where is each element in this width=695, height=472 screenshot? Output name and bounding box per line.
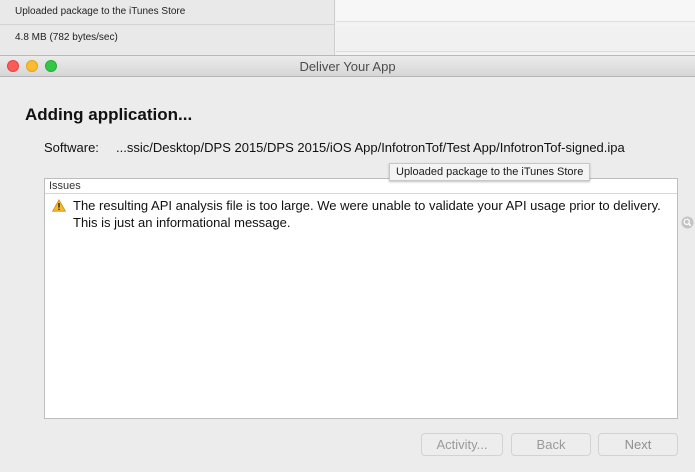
background-upload-panel: Uploaded package to the iTunes Store 4.8… <box>0 0 335 56</box>
issue-message: The resulting API analysis file is too l… <box>73 198 661 230</box>
activity-button[interactable]: Activity... <box>421 433 503 456</box>
background-window-toolbar <box>336 0 695 22</box>
background-window-row <box>336 26 695 52</box>
title-bar[interactable]: Deliver Your App <box>0 56 695 77</box>
deliver-app-window: Deliver Your App Adding application... S… <box>0 55 695 472</box>
window-title: Deliver Your App <box>299 59 396 74</box>
magnifier-icon <box>681 216 694 229</box>
background-upload-status: Uploaded package to the iTunes Store <box>15 6 186 17</box>
software-label: Software: <box>44 140 99 155</box>
background-window: Uploaded package to the iTunes Store 4.8… <box>0 0 695 56</box>
upload-status-tooltip: Uploaded package to the iTunes Store <box>389 163 591 181</box>
software-path: ...ssic/Desktop/DPS 2015/DPS 2015/iOS Ap… <box>116 140 625 155</box>
issues-header: Issues <box>45 179 677 194</box>
warning-icon <box>52 199 66 212</box>
page-title: Adding application... <box>25 105 193 124</box>
background-upload-rate: 4.8 MB (782 bytes/sec) <box>15 32 118 43</box>
issues-panel[interactable]: Issues The resulting API analysis file i… <box>44 178 678 419</box>
background-divider <box>0 24 334 25</box>
back-button[interactable]: Back <box>511 433 591 456</box>
next-button[interactable]: Next <box>598 433 678 456</box>
